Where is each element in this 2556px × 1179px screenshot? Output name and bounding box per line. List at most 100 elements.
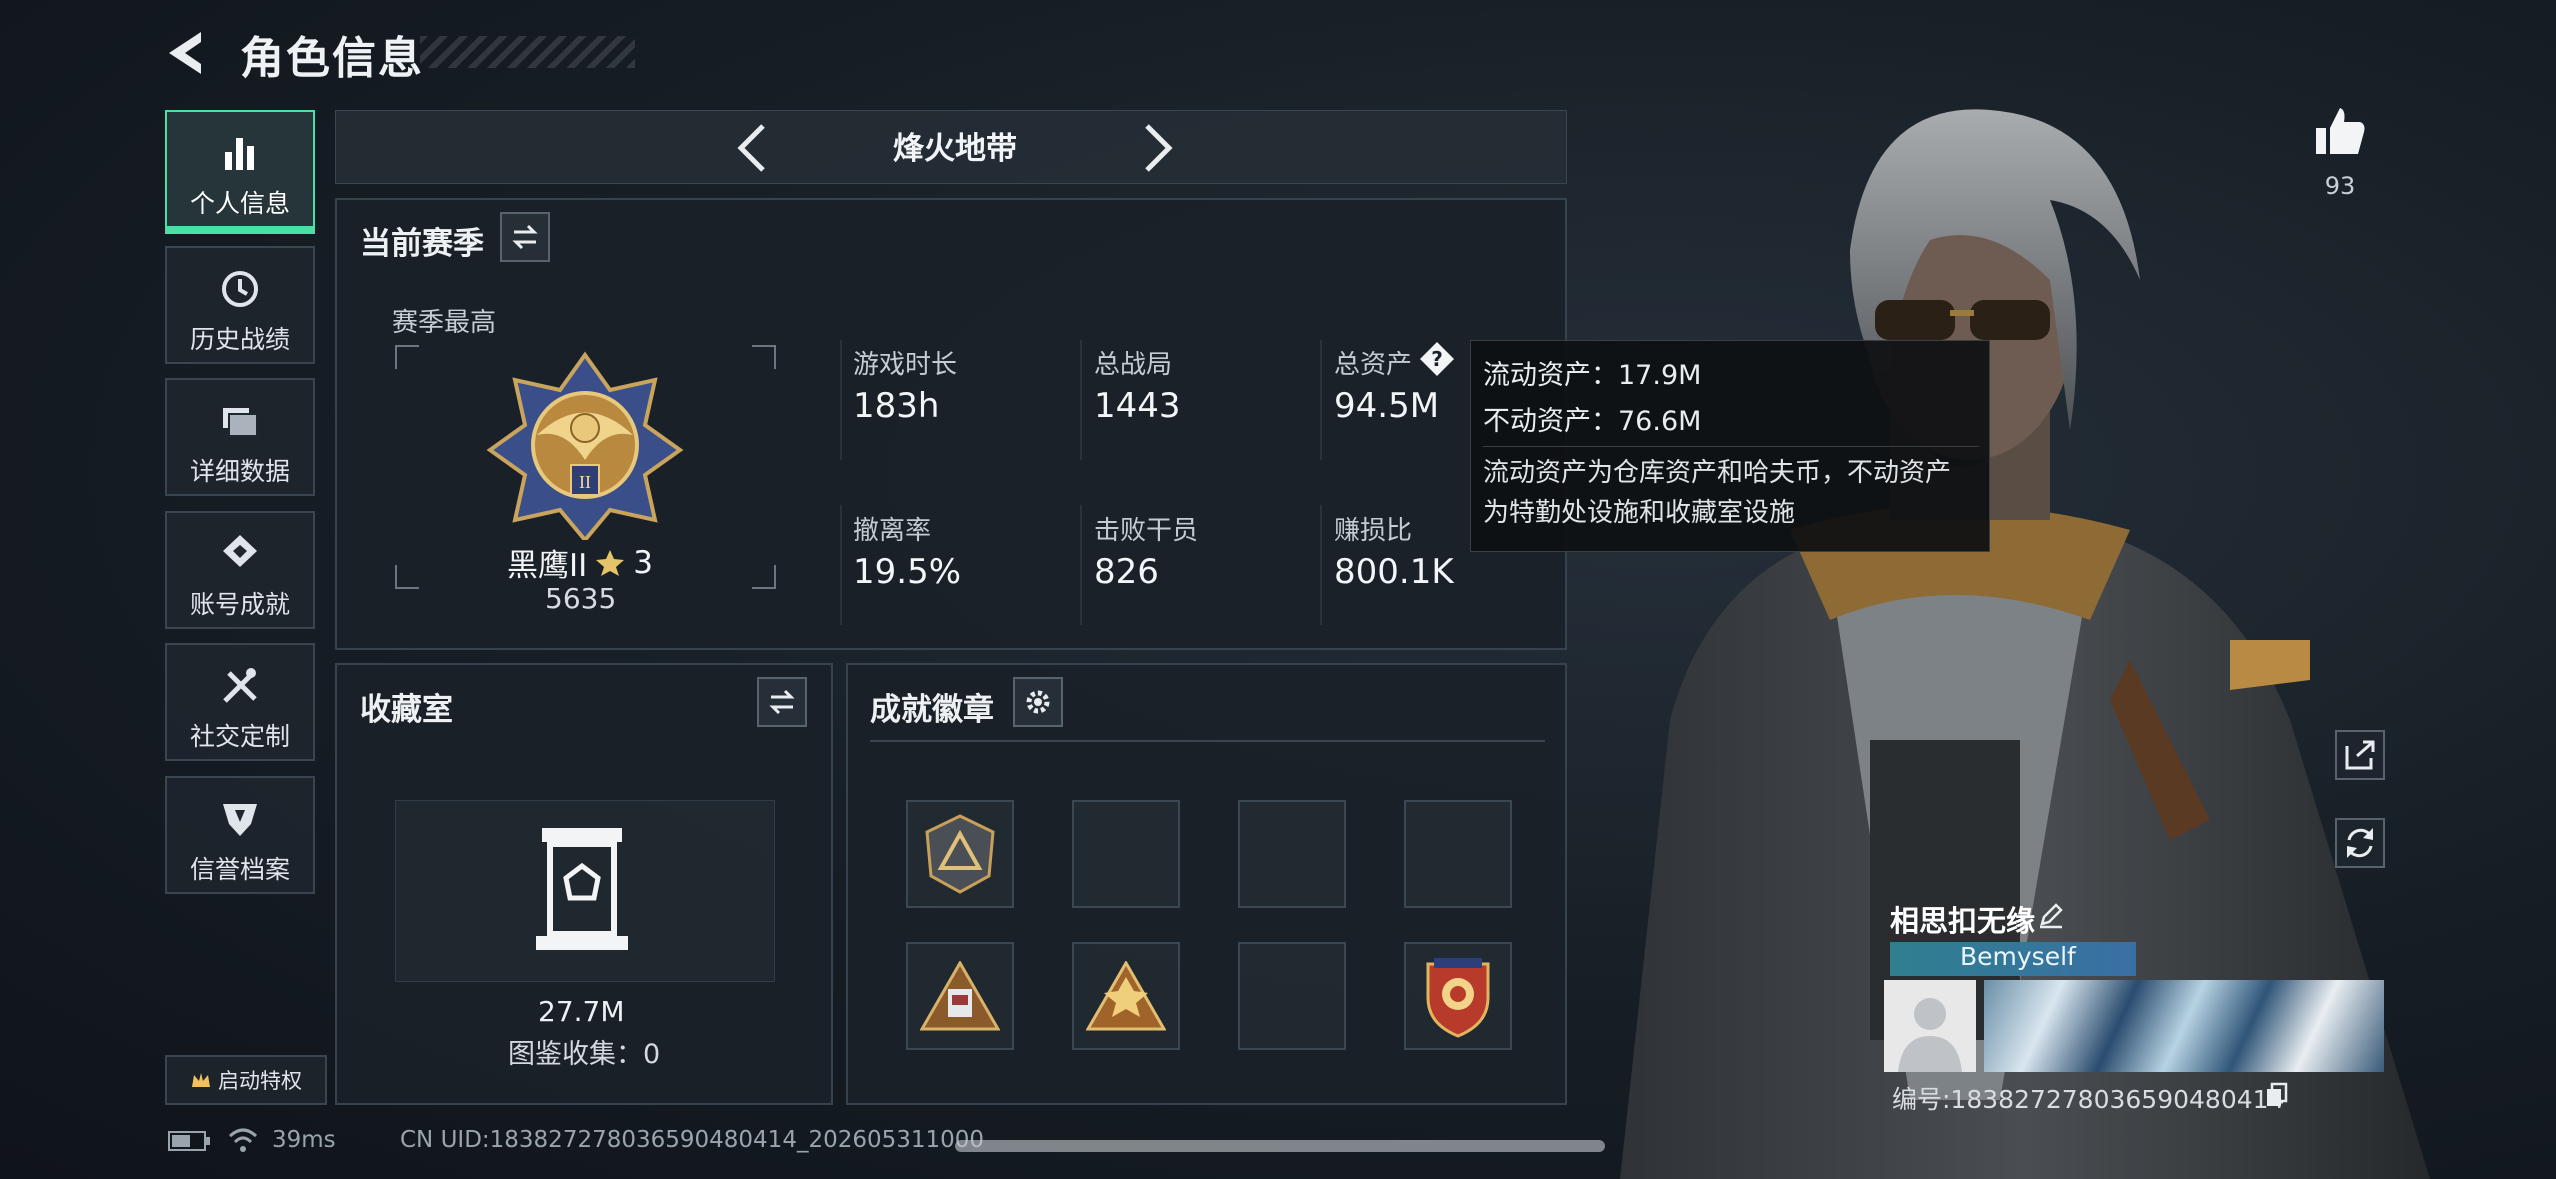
swap-icon [512, 224, 538, 250]
copy-icon[interactable] [2264, 1082, 2290, 1108]
nav-label: 历史战绩 [189, 325, 290, 354]
avatar[interactable] [1884, 980, 1976, 1072]
nav-label: 个人信息 [189, 189, 290, 218]
collection-value: 27.7M [538, 995, 625, 1028]
svg-text:?: ? [1431, 347, 1443, 371]
frame-corner [752, 565, 776, 589]
stat-value: 183h [853, 386, 940, 426]
badge-slot-empty[interactable] [1404, 800, 1512, 908]
tools-icon [223, 668, 257, 703]
stat-label: 总资产 [1334, 350, 1413, 380]
stat-label: 游戏时长 [853, 350, 958, 380]
assets-tooltip: 流动资产：17.9M 不动资产：76.6M 流动资产为仓库资产和哈夫币，不动资产… [1470, 340, 1990, 552]
tooltip-liquid-assets: 流动资产：17.9M [1483, 360, 1702, 391]
triangle-badge-icon [925, 814, 995, 894]
frame-corner [395, 565, 419, 589]
ping-value: 39ms [272, 1127, 336, 1153]
divider [840, 505, 842, 625]
stat-label: 撤离率 [853, 516, 932, 546]
nameplate-text: Bemyself [1960, 942, 2076, 971]
nav-label: 账号成就 [189, 590, 290, 619]
title-decoration [420, 36, 635, 68]
edit-icon[interactable] [2036, 900, 2066, 930]
frame-corner [752, 345, 776, 369]
stat-value: 1443 [1094, 386, 1181, 426]
divider [1080, 505, 1082, 625]
nav-item-history[interactable]: 历史战绩 [165, 246, 315, 364]
golden-pyramid-badge-icon [1086, 961, 1166, 1031]
badges-title: 成就徽章 [870, 692, 994, 728]
stat-label: 总战局 [1094, 350, 1173, 380]
thumbs-up-icon[interactable] [2312, 104, 2368, 160]
rotate-button[interactable] [2335, 818, 2385, 868]
player-name: 相思扣无缘 [1890, 904, 2036, 938]
avatar-silhouette-icon [1898, 998, 1962, 1072]
privilege-button[interactable]: 启动特权 [165, 1055, 327, 1105]
catalog-count: 图鉴收集：0 [508, 1039, 661, 1070]
badge-slot-empty[interactable] [1238, 800, 1346, 908]
divider [840, 340, 842, 460]
nav-label: 社交定制 [189, 722, 290, 751]
crown-icon [192, 1073, 210, 1087]
stat-value: 826 [1094, 552, 1159, 592]
clock-history-icon [222, 271, 258, 307]
stat-value: 19.5% [853, 552, 962, 592]
divider [1320, 505, 1322, 625]
badge-slot[interactable] [906, 800, 1014, 908]
collection-title: 收藏室 [360, 692, 453, 728]
folder-icon [223, 408, 258, 437]
like-count: 93 [2324, 172, 2356, 200]
frame-corner [395, 345, 419, 369]
swap-icon [769, 689, 795, 715]
battery-icon [168, 1131, 210, 1151]
page-title: 角色信息 [240, 33, 424, 84]
player-id: 编号:1838272780365904804​14 [1892, 1085, 2285, 1114]
achievement-icon [223, 535, 257, 567]
rank-stars: 3 [633, 544, 654, 581]
pyramid-badge-icon [920, 961, 1000, 1031]
divider [1320, 340, 1322, 460]
chevron-left-icon[interactable] [725, 118, 785, 178]
stat-value: 800.1K [1334, 552, 1454, 592]
mode-title: 烽火地带 [893, 131, 1017, 167]
badge-slot[interactable] [906, 942, 1014, 1050]
shield-icon [223, 804, 257, 836]
bar-chart-icon [225, 138, 254, 170]
stat-value: 94.5M [1334, 386, 1440, 426]
wifi-icon [228, 1128, 258, 1152]
help-icon[interactable]: ? [1418, 340, 1456, 378]
badge-slot-empty[interactable] [1238, 942, 1346, 1050]
divider [1483, 446, 1979, 447]
nav-item-social[interactable]: 社交定制 [165, 643, 315, 761]
badge-slot-empty[interactable] [1072, 800, 1180, 908]
share-button[interactable] [2335, 730, 2385, 780]
back-arrow-icon[interactable] [165, 28, 215, 78]
crest-badge-icon [1426, 958, 1490, 1038]
star-icon [596, 549, 625, 576]
nav-item-detailed-data[interactable]: 详细数据 [165, 378, 315, 496]
badges-settings-button[interactable] [1013, 677, 1063, 727]
rank-score: 5635 [545, 582, 617, 615]
season-switch-button[interactable] [500, 212, 550, 262]
svg-text:II: II [579, 472, 591, 492]
tooltip-fixed-assets: 不动资产：76.6M [1483, 406, 1702, 437]
chevron-right-icon[interactable] [1125, 118, 1185, 178]
profile-banner[interactable] [1984, 980, 2384, 1072]
nav-item-achievements[interactable]: 账号成就 [165, 511, 315, 629]
home-indicator[interactable] [955, 1140, 1605, 1152]
season-panel-title: 当前赛季 [360, 226, 484, 262]
gear-icon [1026, 690, 1050, 714]
rank-name: 黑鹰II [507, 548, 588, 584]
season-best-label: 赛季最高 [392, 308, 497, 338]
badge-slot[interactable] [1404, 942, 1512, 1050]
vault-icon [536, 828, 628, 950]
badge-slot[interactable] [1072, 942, 1180, 1050]
refresh-icon [2347, 828, 2373, 858]
privilege-label: 启动特权 [218, 1069, 302, 1093]
uid-line: CN UID:183827278036590480414_20260531100… [400, 1127, 985, 1153]
nav-item-credit[interactable]: 信誉档案 [165, 776, 315, 894]
collection-switch-button[interactable] [757, 677, 807, 727]
nav-item-personal-info[interactable]: 个人信息 [165, 110, 315, 234]
tooltip-description: 流动资产为仓库资产和哈夫币，不动资产为特勤处设施和收藏室设施 [1483, 458, 1952, 528]
rank-name-row: 黑鹰II 3 [507, 540, 653, 585]
